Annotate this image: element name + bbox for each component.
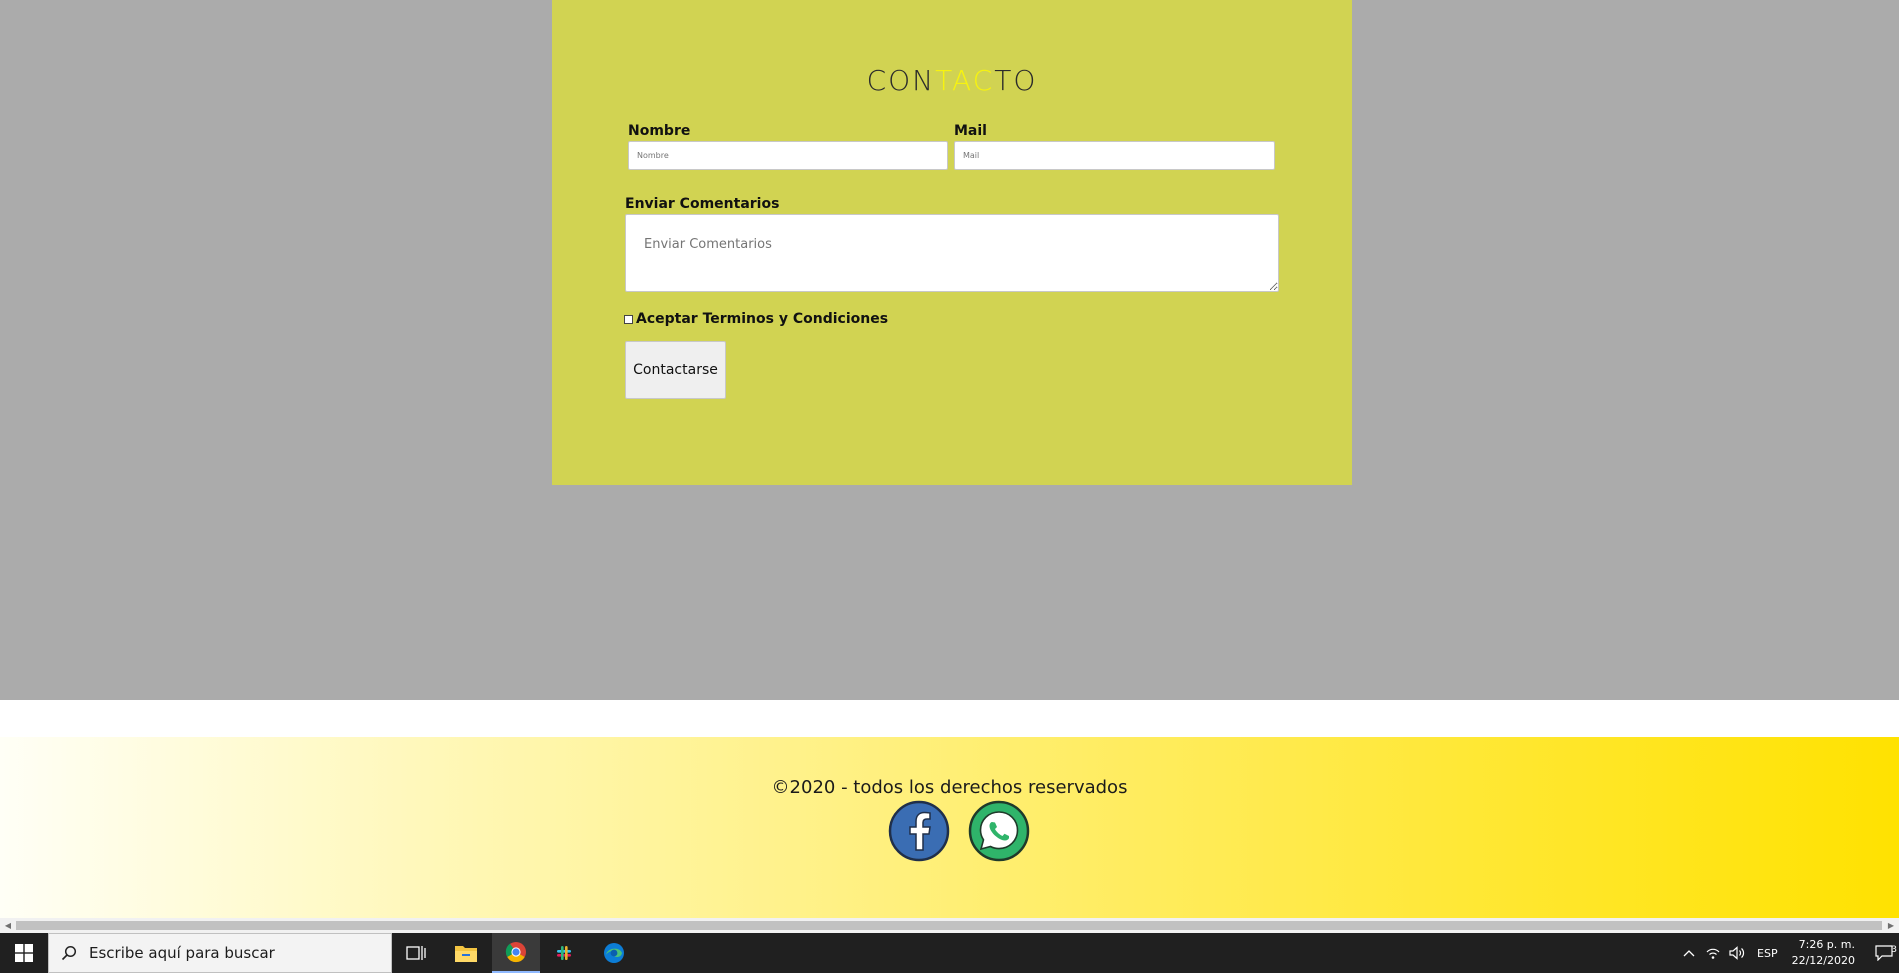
terms-checkbox[interactable] <box>624 314 633 324</box>
taskbar-file-explorer[interactable] <box>442 933 490 973</box>
chevron-up-icon[interactable] <box>1677 949 1701 957</box>
comments-label: Enviar Comentarios <box>625 196 780 212</box>
network-icon[interactable] <box>1701 946 1725 960</box>
notification-count: 3 <box>1891 945 1897 955</box>
facebook-icon[interactable] <box>888 800 950 862</box>
folder-icon <box>455 946 477 962</box>
contact-submit-button[interactable]: Contactarse <box>625 341 726 399</box>
taskbar-search[interactable]: Escribe aquí para buscar <box>48 933 392 973</box>
scroll-left-icon[interactable]: ◀ <box>0 918 16 933</box>
windows-logo-icon <box>15 944 33 962</box>
volume-icon[interactable] <box>1725 946 1749 960</box>
footer: ©2020 - todos los derechos reservados <box>0 737 1899 918</box>
name-label: Nombre <box>628 123 691 139</box>
whatsapp-icon[interactable] <box>968 800 1030 862</box>
scroll-right-icon[interactable]: ▶ <box>1883 918 1899 933</box>
chrome-icon <box>505 942 526 963</box>
taskbar-slack[interactable] <box>540 933 588 973</box>
social-links <box>888 800 1030 862</box>
copyright-text: ©2020 - todos los derechos reservados <box>771 777 1128 798</box>
system-tray: ESP 7:26 p. m. 22/12/2020 3 <box>1677 933 1899 973</box>
mail-input[interactable] <box>954 141 1275 170</box>
terms-label: Aceptar Terminos y Condiciones <box>636 311 889 327</box>
mail-label: Mail <box>954 123 987 139</box>
taskbar-chrome[interactable] <box>492 933 540 973</box>
edge-icon <box>604 943 624 963</box>
scrollbar-thumb[interactable] <box>16 921 1882 930</box>
horizontal-scrollbar[interactable]: ◀ ▶ <box>0 918 1899 933</box>
search-icon <box>49 945 89 961</box>
clock[interactable]: 7:26 p. m. 22/12/2020 <box>1792 937 1855 969</box>
contact-title: CONTACTO <box>866 64 1038 97</box>
white-strip <box>0 700 1899 737</box>
taskbar: Escribe aquí para buscar ESP 7:26 p. m. … <box>0 933 1899 973</box>
notification-center-button[interactable]: 3 <box>1869 945 1899 961</box>
taskbar-edge[interactable] <box>590 933 638 973</box>
terms-row: Aceptar Terminos y Condiciones <box>624 311 888 327</box>
task-view-button[interactable] <box>392 933 440 973</box>
clock-date: 22/12/2020 <box>1791 954 1855 967</box>
language-indicator[interactable]: ESP <box>1757 947 1778 960</box>
search-placeholder: Escribe aquí para buscar <box>89 944 275 962</box>
comments-textarea[interactable] <box>625 214 1279 292</box>
windows-start-button[interactable] <box>0 933 48 973</box>
name-input[interactable] <box>628 141 948 170</box>
task-view-icon <box>406 946 426 960</box>
slack-icon <box>557 946 571 960</box>
clock-time: 7:26 p. m. <box>1798 938 1855 951</box>
contact-panel: CONTACTO Nombre Mail Enviar Comentarios … <box>552 0 1352 485</box>
